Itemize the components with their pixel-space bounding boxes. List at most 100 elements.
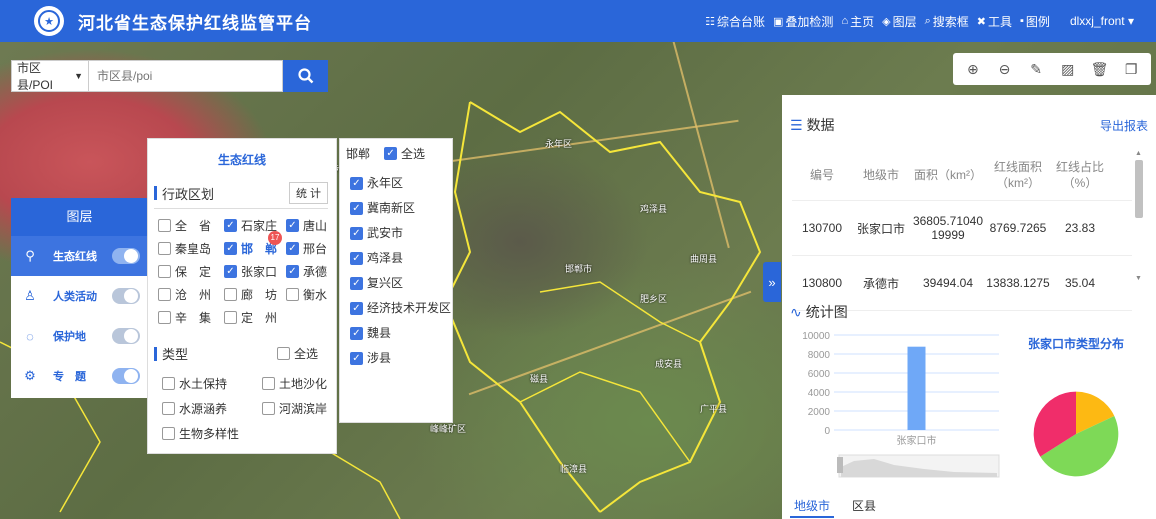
column-header: 红线面积（km²）: [993, 160, 1042, 190]
double-chevron-right-icon: »: [768, 274, 776, 290]
line-chart-icon: ∿: [790, 303, 802, 320]
topic-icon: ⚙: [24, 368, 36, 383]
layer-item-2[interactable]: ◌ 保护地: [11, 316, 148, 356]
column-header: 地级市: [862, 168, 899, 182]
y-tick-label: 10000: [802, 331, 830, 342]
layer-item-0[interactable]: ⚲ 生态红线: [11, 236, 148, 276]
table-cell: 8769.7265: [989, 221, 1047, 235]
area-select-icon[interactable]: ▨: [1057, 58, 1079, 80]
table-row[interactable]: 130700 张家口市 36805.7104019999 8769.7265 23.83: [792, 201, 1132, 256]
tab-1[interactable]: 区县: [848, 495, 880, 518]
region-checkbox[interactable]: 秦皇岛: [158, 240, 224, 257]
region-checkbox[interactable]: 衡水: [286, 286, 342, 303]
region-checkbox[interactable]: ✓ 唐山: [286, 217, 342, 234]
type-checkbox[interactable]: 生物多样性: [162, 425, 262, 442]
pie-title: 张家口市类型分布: [1028, 337, 1125, 351]
region-checkbox[interactable]: 辛 集: [158, 309, 224, 326]
window-icon[interactable]: ❐: [1120, 58, 1142, 80]
data-table: 编号 地级市 面积（km²） 红线面积（km²） 红线占比（%） 130700 张家口市 36…: [792, 150, 1132, 311]
map-place-label: 邯郸市: [565, 264, 593, 274]
county-panel: 邯郸 ✓ 全选 ✓ 永年区 ✓ 冀南新区 ✓ 武安市 ✓ 鸡泽县 ✓ 复兴区 ✓ 经济技术开发区 ✓ 魏县…: [339, 138, 453, 423]
export-report-link[interactable]: 导出报表: [1100, 117, 1148, 134]
region-checkbox[interactable]: ✓ 邢台: [286, 240, 342, 257]
table-cell: 23.83: [1064, 221, 1096, 235]
county-select-all-label: 全选: [401, 147, 426, 161]
top-nav: ☷ 综合台账 ▣ 叠加检测 ⌂ 主页 ◈ 图层 ⌕ 搜索框 ✖ 工具 ▪ 图例 dlxxj_front ▾: [705, 0, 1134, 42]
trash-icon[interactable]: 🗑: [1088, 58, 1110, 80]
county-checkbox[interactable]: ✓ 武安市: [350, 226, 452, 241]
user-menu[interactable]: dlxxj_front ▾: [1070, 14, 1134, 28]
table-scrollbar[interactable]: ▲ ▼: [1134, 150, 1144, 285]
person-icon: ♙: [24, 288, 36, 303]
region-checkbox[interactable]: 廊 坊: [224, 286, 286, 303]
measure-icon[interactable]: ✎: [1025, 58, 1047, 80]
table-cell: 130700: [801, 221, 843, 235]
county-checkbox[interactable]: ✓ 永年区: [350, 176, 452, 191]
collapse-panel-button[interactable]: »: [763, 262, 781, 302]
county-checkbox[interactable]: ✓ 复兴区: [350, 276, 452, 291]
y-tick-label: 2000: [808, 407, 831, 418]
region-checkbox[interactable]: 沧 州: [158, 286, 224, 303]
table-cell: 张家口市: [856, 221, 905, 236]
table-cell: 13838.1275: [986, 276, 1050, 290]
county-checkbox[interactable]: ✓ 涉县: [350, 351, 452, 366]
nav-item-2[interactable]: ⌂ 主页: [841, 13, 874, 30]
type-checkbox[interactable]: 水源涵养: [162, 400, 262, 417]
map-place-label: 鸡泽县: [640, 204, 668, 214]
bar-chart: 0 2000 4000 6000 8000 10000 张家口市: [802, 331, 1000, 478]
emblem-logo: ★: [34, 6, 64, 36]
stat-button[interactable]: 统 计: [288, 182, 328, 204]
layer-item-3[interactable]: ⚙ 专 题: [11, 356, 148, 396]
zoom-out-icon[interactable]: ⊖: [993, 58, 1015, 80]
nav-item-3[interactable]: ◈ 图层: [882, 13, 916, 30]
map-toolbar: ⊕ ⊖ ✎ ▨ 🗑 ❐: [953, 53, 1151, 85]
county-select-all-checkbox[interactable]: ✓: [384, 147, 398, 160]
search-type-select[interactable]: 市区县/POI ▼: [11, 60, 89, 92]
region-checkbox[interactable]: 定 州: [224, 309, 286, 326]
map-place-label: 成安县: [655, 359, 683, 369]
search-input[interactable]: [89, 60, 283, 92]
type-checkbox[interactable]: 水土保持: [162, 375, 262, 392]
county-checkbox[interactable]: ✓ 冀南新区: [350, 201, 452, 216]
table-cell: 35.04: [1064, 276, 1096, 290]
region-checkbox[interactable]: ✓ 承德: [286, 263, 342, 280]
tab-0[interactable]: 地级市: [790, 495, 835, 518]
county-checkbox[interactable]: ✓ 魏县: [350, 326, 452, 341]
ecology-icon: ⚲: [25, 248, 35, 263]
layer-toggle[interactable]: [112, 288, 140, 304]
layer-item-1[interactable]: ♙ 人类活动: [11, 276, 148, 316]
search-icon: [297, 68, 313, 84]
dashboard-icon: ☷: [705, 15, 715, 28]
nav-item-4[interactable]: ⌕ 搜索框: [925, 13, 969, 30]
region-checkbox[interactable]: 保 定: [158, 263, 224, 280]
layer-toggle[interactable]: [112, 368, 140, 384]
column-header: 红线占比（%）: [1055, 160, 1104, 190]
type-checkbox[interactable]: 河湖滨岸: [262, 400, 336, 417]
column-header: 面积（km²）: [914, 168, 982, 182]
slider-handle[interactable]: [837, 457, 843, 473]
bar[interactable]: [907, 346, 926, 430]
overlay-detect-icon: ▣: [773, 15, 784, 28]
zoom-in-icon[interactable]: ⊕: [962, 58, 984, 80]
layer-panel: 图层 ⚲ 生态红线 ♙ 人类活动 ◌ 保护地 ⚙ 专 题: [11, 198, 148, 398]
layer-panel-title: 图层: [11, 198, 148, 236]
search-button[interactable]: [283, 60, 328, 92]
map-place-label: 肥乡区: [640, 294, 668, 304]
sliders-icon: ☰: [790, 116, 803, 133]
layer-toggle[interactable]: [112, 248, 140, 264]
table-cell: 36805.7104019999: [912, 214, 984, 242]
region-tabs: 地级市 区县: [790, 495, 880, 518]
layer-toggle[interactable]: [112, 328, 140, 344]
x-tick-label: 张家口市: [897, 434, 937, 447]
y-tick-label: 6000: [808, 369, 831, 380]
nav-item-5[interactable]: ✖ 工具: [977, 13, 1012, 30]
county-checkbox[interactable]: ✓ 鸡泽县: [350, 251, 452, 266]
type-select-all[interactable]: 全选: [276, 345, 318, 362]
nav-item-0[interactable]: ☷ 综合台账: [705, 13, 765, 30]
region-checkbox[interactable]: ✓ 张家口: [224, 263, 286, 280]
county-checkbox[interactable]: ✓ 经济技术开发区: [350, 301, 452, 316]
type-checkbox[interactable]: 土地沙化: [262, 375, 336, 392]
region-checkbox[interactable]: 全 省: [158, 217, 224, 234]
nav-item-6[interactable]: ▪ 图例: [1020, 13, 1050, 30]
nav-item-1[interactable]: ▣ 叠加检测: [773, 13, 833, 30]
